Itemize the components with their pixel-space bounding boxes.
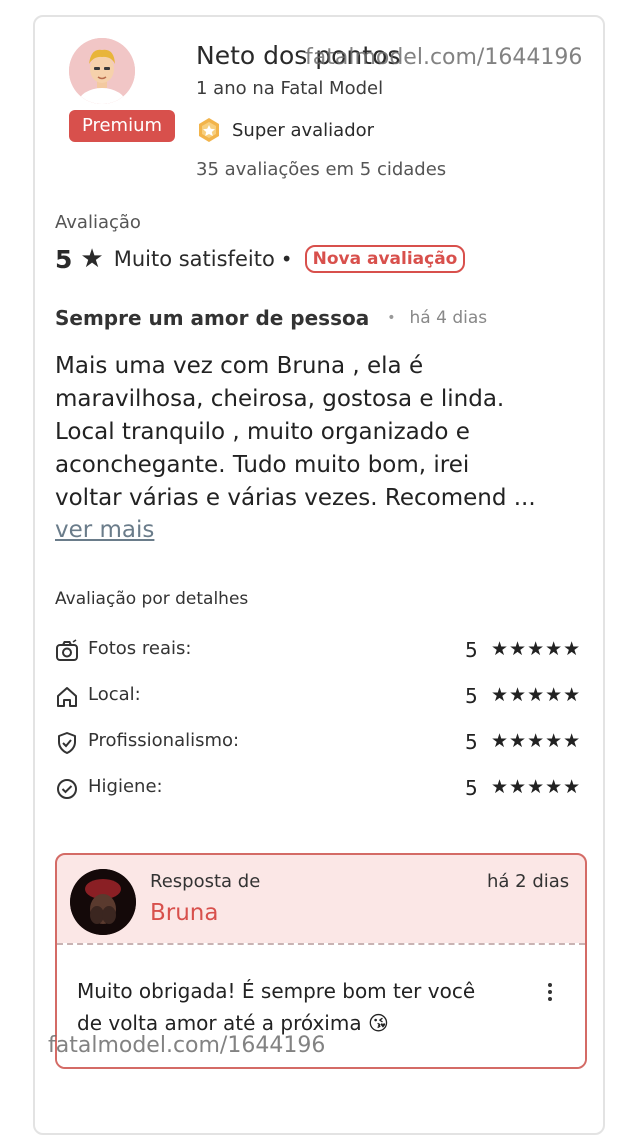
watermark-top: fatalmodel.com/1644196: [305, 45, 583, 70]
detail-score: 5: [465, 638, 478, 662]
reviews-summary: 35 avaliações em 5 cidades: [196, 159, 447, 180]
star-icon: ★: [80, 244, 104, 274]
reviewer-avatar[interactable]: [69, 38, 135, 104]
title-separator-dot: •: [387, 310, 396, 326]
premium-badge: Premium: [69, 110, 175, 142]
detail-name: Profissionalismo:: [88, 730, 240, 751]
review-time-ago: há 4 dias: [409, 308, 488, 328]
detail-stars: ★★★★★: [491, 730, 582, 752]
detail-row-local: Local: 5 ★★★★★: [55, 682, 589, 712]
camera-icon: [56, 639, 78, 661]
detail-name: Local:: [88, 684, 141, 705]
rating-section-label: Avaliação: [55, 212, 141, 233]
separator-dot: •: [280, 247, 293, 271]
reviewer-avatar-illustration: [69, 38, 135, 104]
review-card: Premium Neto dos pontos fatalmodel.com/1…: [33, 15, 605, 1135]
check-circle-icon: [57, 779, 77, 799]
reply-author-avatar[interactable]: [70, 869, 136, 935]
detail-name: Fotos reais:: [88, 638, 192, 659]
review-title: Sempre um amor de pessoa: [55, 306, 370, 330]
detail-row-higiene: Higiene: 5 ★★★★★: [55, 774, 589, 804]
review-body: Mais uma vez com Bruna , ela é maravilho…: [55, 353, 536, 511]
detail-row-profissionalismo: Profissionalismo: 5 ★★★★★: [55, 728, 589, 758]
details-label: Avaliação por detalhes: [55, 589, 249, 609]
watermark-bottom: fatalmodel.com/1644196: [48, 1033, 326, 1058]
reviewer-member-since: 1 ano na Fatal Model: [196, 78, 384, 99]
detail-score: 5: [465, 776, 478, 800]
super-reviewer-label: Super avaliador: [232, 119, 375, 141]
reply-author-photo: [70, 869, 136, 935]
review-title-row: Sempre um amor de pessoa • há 4 dias: [55, 306, 487, 330]
reply-from-label: Resposta de: [150, 871, 261, 892]
detail-score: 5: [465, 684, 478, 708]
new-review-badge: Nova avaliação: [304, 245, 466, 273]
reply-text: Muito obrigada! É sempre bom ter você de…: [77, 979, 476, 1035]
rating-score: 5: [55, 244, 73, 274]
home-icon: [57, 687, 77, 707]
super-reviewer-row: Super avaliador: [196, 117, 374, 143]
satisfaction-text: Muito satisfeito: [113, 247, 275, 271]
rating-row: 5 ★ Muito satisfeito • Nova avaliação: [55, 244, 466, 274]
detail-stars: ★★★★★: [491, 776, 582, 798]
more-options-icon[interactable]: [545, 980, 555, 1008]
reply-author-name[interactable]: Bruna: [150, 900, 218, 926]
detail-score: 5: [465, 730, 478, 754]
detail-name: Higiene:: [88, 776, 163, 797]
see-more-link[interactable]: ver mais: [55, 517, 154, 543]
super-reviewer-badge-icon: [199, 118, 219, 142]
shield-check-icon: [58, 732, 76, 754]
detail-stars: ★★★★★: [491, 684, 582, 706]
detail-row-fotos-reais: Fotos reais: 5 ★★★★★: [55, 636, 589, 666]
reply-time-ago: há 2 dias: [487, 871, 570, 892]
detail-stars: ★★★★★: [491, 638, 582, 660]
